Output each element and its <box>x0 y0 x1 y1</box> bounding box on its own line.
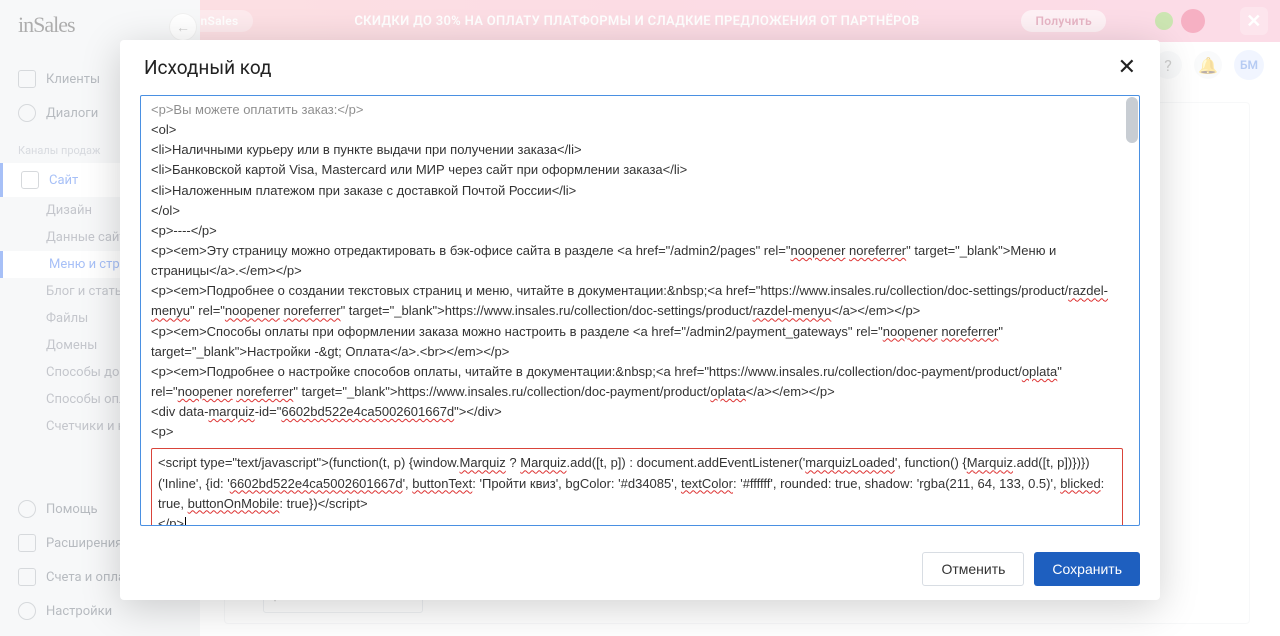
modal-close-button[interactable]: ✕ <box>1118 57 1136 79</box>
save-button[interactable]: Сохранить <box>1034 552 1140 586</box>
modal-title: Исходный код <box>144 56 271 79</box>
source-code-modal: Исходный код ✕ <p>Вы можете оплатить зак… <box>120 40 1160 600</box>
modal-overlay: Исходный код ✕ <p>Вы можете оплатить зак… <box>0 0 1280 636</box>
cancel-button[interactable]: Отменить <box>922 552 1024 586</box>
text-cursor <box>185 517 186 526</box>
source-code-textarea[interactable]: <p>Вы можете оплатить заказ:</p> <ol> <l… <box>140 95 1140 526</box>
scrollbar-thumb[interactable] <box>1126 97 1138 143</box>
code-content: <p>Вы можете оплатить заказ:</p> <ol> <l… <box>141 96 1139 526</box>
highlighted-script-block: <script type="text/javascript">(function… <box>151 448 1123 526</box>
